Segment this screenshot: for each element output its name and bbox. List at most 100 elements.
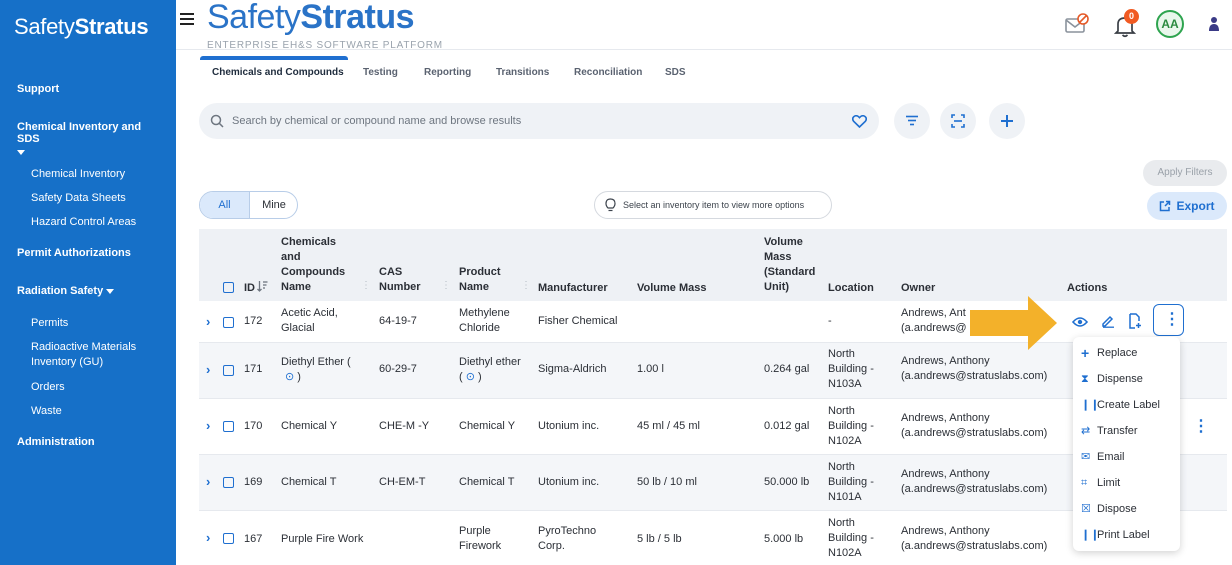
menu-item-replace[interactable]: + Replace	[1073, 340, 1180, 366]
sort-desc-icon[interactable]	[257, 280, 268, 292]
search-input[interactable]: Search by chemical or compound name and …	[232, 103, 521, 139]
sidebar-item-radiation-safety[interactable]: Radiation Safety	[0, 285, 131, 297]
menu-item-email[interactable]: ✉ Email	[1073, 444, 1180, 470]
callout-arrow-icon	[970, 296, 1057, 350]
row-checkbox[interactable]	[223, 477, 234, 488]
sort-icon[interactable]: ⋮	[361, 280, 371, 291]
sidebar-item-radioactive-materials[interactable]: Radioactive Materials Inventory (GU)	[0, 340, 170, 370]
cell-cas: 60-29-7	[379, 363, 417, 375]
col-id[interactable]: ID	[244, 281, 255, 296]
expand-chevron-icon[interactable]: ›	[206, 474, 210, 489]
menu-item-limit[interactable]: ⌗ Limit	[1073, 470, 1180, 496]
scan-button[interactable]	[940, 103, 976, 139]
sidebar-item-orders[interactable]: Orders	[0, 380, 96, 395]
expand-chevron-icon[interactable]: ›	[206, 530, 210, 545]
tab-reconciliation[interactable]: Reconciliation	[574, 60, 642, 86]
col-cas[interactable]: CAS Number	[379, 265, 429, 295]
email-icon: ✉	[1081, 451, 1091, 463]
col-volume-std[interactable]: Volume Mass (Standard Unit)	[764, 235, 824, 295]
filter-lines-icon	[906, 115, 918, 126]
col-actions: Actions	[1067, 282, 1108, 294]
hamburger-menu-icon[interactable]	[180, 13, 194, 28]
row-checkbox[interactable]	[223, 421, 234, 432]
tab-sds[interactable]: SDS	[665, 60, 686, 86]
hourglass-icon: ⧗	[1081, 373, 1089, 385]
add-button[interactable]	[989, 103, 1025, 139]
col-owner[interactable]: Owner	[901, 281, 935, 296]
owner-email: (a.andrews@stratuslabs.com)	[901, 427, 1048, 439]
cell-name: Chemical T	[281, 476, 337, 488]
info-icon[interactable]: ⊙	[466, 371, 475, 383]
tab-testing[interactable]: Testing	[363, 60, 398, 86]
cell-manufacturer: Sigma-Aldrich	[538, 363, 607, 375]
row-checkbox[interactable]	[223, 365, 234, 376]
cell-volume-std: 0.264 gal	[764, 363, 810, 375]
menu-item-label: Print Label	[1097, 529, 1150, 541]
col-location[interactable]: Location	[828, 281, 874, 296]
apply-filters-button[interactable]: Apply Filters	[1143, 160, 1227, 186]
sidebar-item-waste[interactable]: Waste	[0, 404, 93, 419]
transfer-icon: ⇄	[1081, 425, 1091, 437]
expand-chevron-icon[interactable]: ›	[206, 418, 210, 433]
export-icon	[1160, 200, 1171, 212]
cell-product: Purple Firework	[459, 525, 502, 552]
sidebar-item-hazard-control-areas[interactable]: Hazard Control Areas	[0, 215, 167, 230]
sidebar-item-permits[interactable]: Permits	[0, 316, 99, 331]
more-options-button[interactable]: ⋮	[1153, 304, 1184, 336]
col-manufacturer[interactable]: Manufacturer	[538, 281, 608, 296]
sort-icon[interactable]: ⋮	[441, 280, 451, 291]
tab-reporting[interactable]: Reporting	[424, 60, 471, 86]
tab-transitions[interactable]: Transitions	[496, 60, 549, 86]
sidebar-item-chemical-inventory-sds[interactable]: Chemical Inventory and SDS	[0, 121, 176, 157]
cell-owner: Andrews, Anthony (a.andrews@stratuslabs.c…	[901, 524, 1047, 554]
cell-product: Diethyl ether ( ⊙ )	[459, 355, 529, 385]
cell-id: 172	[244, 315, 263, 327]
row-more-options-icon[interactable]: ⋮	[1193, 416, 1209, 436]
menu-item-print-label[interactable]: ❙❙ Print Label	[1073, 522, 1180, 548]
menu-item-label: Limit	[1097, 477, 1121, 489]
owner-email: (a.andrews@	[901, 322, 967, 334]
row-checkbox[interactable]	[223, 317, 234, 328]
user-secure-icon[interactable]	[1208, 16, 1220, 32]
favorite-heart-icon[interactable]	[852, 115, 867, 128]
edit-pencil-icon[interactable]	[1101, 314, 1115, 328]
sidebar-item-safety-data-sheets[interactable]: Safety Data Sheets	[0, 191, 157, 206]
view-eye-icon[interactable]	[1072, 316, 1088, 328]
search-icon	[210, 114, 224, 128]
tab-chemicals-and-compounds[interactable]: Chemicals and Compounds	[212, 60, 344, 86]
cell-volume-mass: 45 ml / 45 ml	[637, 420, 700, 432]
sidebar-item-chemical-inventory[interactable]: Chemical Inventory	[0, 167, 156, 182]
sidebar-brand[interactable]: SafetyStratus	[14, 14, 149, 40]
menu-item-create-label[interactable]: ❙❙ Create Label	[1073, 392, 1180, 418]
select-all-checkbox[interactable]	[223, 282, 234, 293]
sidebar-item-support[interactable]: Support	[0, 83, 76, 95]
export-button[interactable]: Export	[1147, 192, 1227, 220]
sidebar-item-permit-authorizations[interactable]: Permit Authorizations	[0, 247, 148, 259]
user-avatar[interactable]: AA	[1156, 10, 1184, 38]
info-icon[interactable]: ⊙	[285, 371, 294, 383]
lightbulb-icon	[605, 198, 616, 212]
ownership-toggle: All Mine	[199, 191, 298, 219]
sidebar-item-label: Chemical Inventory and SDS	[17, 121, 142, 145]
search-bar[interactable]: Search by chemical or compound name and …	[199, 103, 879, 139]
col-product[interactable]: Product Name	[459, 265, 509, 295]
cell-location: North Building - N102A	[828, 517, 874, 559]
document-add-icon[interactable]	[1128, 313, 1142, 329]
menu-item-transfer[interactable]: ⇄ Transfer	[1073, 418, 1180, 444]
col-name[interactable]: Chemicals and Compounds Name	[281, 235, 353, 295]
sort-icon[interactable]: ⋮	[521, 280, 531, 291]
row-checkbox[interactable]	[223, 533, 234, 544]
filter-all-button[interactable]: All	[200, 192, 249, 218]
expand-chevron-icon[interactable]: ›	[206, 314, 210, 329]
filter-button[interactable]	[894, 103, 930, 139]
selection-hint: Select an inventory item to view more op…	[594, 191, 832, 219]
col-volume-mass[interactable]: Volume Mass	[637, 281, 707, 296]
sidebar-item-administration[interactable]: Administration	[0, 436, 112, 448]
mail-blocked-icon[interactable]	[1064, 12, 1090, 36]
logo-part-2: Stratus	[300, 0, 415, 36]
cart-icon: ⌗	[1081, 477, 1088, 489]
menu-item-dispense[interactable]: ⧗ Dispense	[1073, 366, 1180, 392]
filter-mine-button[interactable]: Mine	[249, 192, 297, 218]
expand-chevron-icon[interactable]: ›	[206, 362, 210, 377]
menu-item-dispose[interactable]: ☒ Dispose	[1073, 496, 1180, 522]
